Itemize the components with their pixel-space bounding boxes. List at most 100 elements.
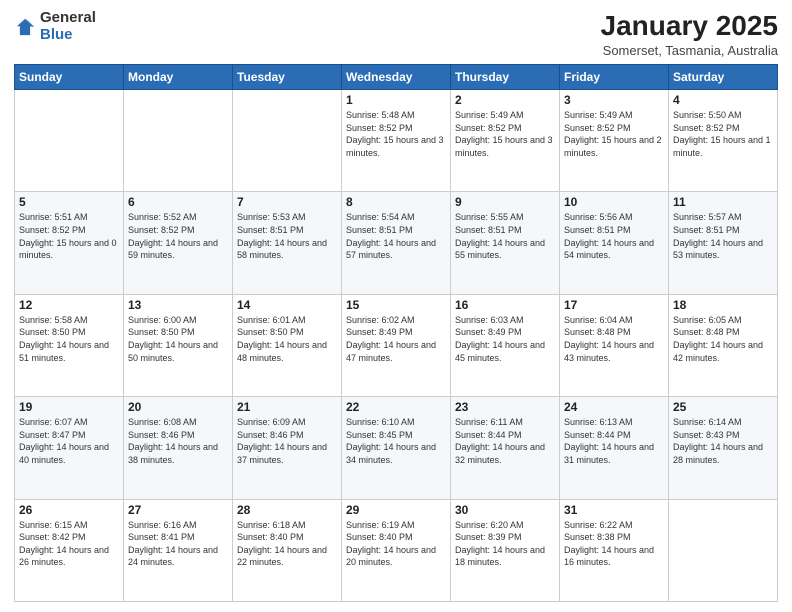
day-info: Sunrise: 5:58 AM Sunset: 8:50 PM Dayligh… xyxy=(19,314,119,364)
day-cell: 30 Sunrise: 6:20 AM Sunset: 8:39 PM Dayli… xyxy=(451,499,560,601)
day-info: Sunrise: 6:07 AM Sunset: 8:47 PM Dayligh… xyxy=(19,416,119,466)
day-info: Sunrise: 6:16 AM Sunset: 8:41 PM Dayligh… xyxy=(128,519,228,569)
day-info: Sunrise: 5:54 AM Sunset: 8:51 PM Dayligh… xyxy=(346,211,446,261)
day-number: 12 xyxy=(19,298,119,312)
day-cell: 20Sunrise: 6:08 AM Sunset: 8:46 PM Dayli… xyxy=(124,397,233,499)
day-number: 18 xyxy=(673,298,773,312)
day-info: Sunrise: 5:49 AM Sunset: 8:52 PM Dayligh… xyxy=(564,109,664,159)
day-cell: 8Sunrise: 5:54 AM Sunset: 8:51 PM Daylig… xyxy=(342,192,451,294)
day-number: 13 xyxy=(128,298,228,312)
logo-icon xyxy=(14,16,36,38)
day-info: Sunrise: 6:11 AM Sunset: 8:44 PM Dayligh… xyxy=(455,416,555,466)
col-saturday: Saturday xyxy=(669,65,778,90)
day-info: Sunrise: 5:49 AM Sunset: 8:52 PM Dayligh… xyxy=(455,109,555,159)
calendar-location: Somerset, Tasmania, Australia xyxy=(601,43,778,58)
day-info: Sunrise: 6:22 AM Sunset: 8:38 PM Dayligh… xyxy=(564,519,664,569)
day-info: Sunrise: 5:48 AM Sunset: 8:52 PM Dayligh… xyxy=(346,109,446,159)
day-number: 14 xyxy=(237,298,337,312)
day-info: Sunrise: 5:53 AM Sunset: 8:51 PM Dayligh… xyxy=(237,211,337,261)
day-number: 3 xyxy=(564,93,664,107)
day-cell: 22 Sunrise: 6:10 AM Sunset: 8:45 PM Dayli… xyxy=(342,397,451,499)
day-number: 23 xyxy=(455,400,555,414)
day-info: Sunrise: 5:56 AM Sunset: 8:51 PM Dayligh… xyxy=(564,211,664,261)
day-number: 31 xyxy=(564,503,664,517)
day-info: Sunrise: 6:14 AM Sunset: 8:43 PM Dayligh… xyxy=(673,416,773,466)
day-cell: 23 Sunrise: 6:11 AM Sunset: 8:44 PM Dayli… xyxy=(451,397,560,499)
day-number: 17 xyxy=(564,298,664,312)
day-number: 19 xyxy=(19,400,119,414)
day-info: Sunrise: 5:55 AM Sunset: 8:51 PM Dayligh… xyxy=(455,211,555,261)
day-number: 10 xyxy=(564,195,664,209)
col-sunday: Sunday xyxy=(15,65,124,90)
day-cell: 27 Sunrise: 6:16 AM Sunset: 8:41 PM Dayli… xyxy=(124,499,233,601)
day-cell: 18 Sunrise: 6:05 AM Sunset: 8:48 PM Dayli… xyxy=(669,294,778,396)
page: General Blue January 2025 Somerset, Tasm… xyxy=(0,0,792,612)
day-info: Sunrise: 5:57 AM Sunset: 8:51 PM Dayligh… xyxy=(673,211,773,261)
calendar-table: Sunday Monday Tuesday Wednesday Thursday… xyxy=(14,64,778,602)
day-number: 1 xyxy=(346,93,446,107)
day-cell: 4Sunrise: 5:50 AM Sunset: 8:52 PM Daylig… xyxy=(669,90,778,192)
day-cell: 2Sunrise: 5:49 AM Sunset: 8:52 PM Daylig… xyxy=(451,90,560,192)
day-number: 11 xyxy=(673,195,773,209)
day-info: Sunrise: 6:00 AM Sunset: 8:50 PM Dayligh… xyxy=(128,314,228,364)
day-number: 7 xyxy=(237,195,337,209)
day-cell xyxy=(669,499,778,601)
day-info: Sunrise: 6:02 AM Sunset: 8:49 PM Dayligh… xyxy=(346,314,446,364)
logo-text: General Blue xyxy=(40,10,96,43)
day-cell: 7 Sunrise: 5:53 AM Sunset: 8:51 PM Daylig… xyxy=(233,192,342,294)
day-cell: 19 Sunrise: 6:07 AM Sunset: 8:47 PM Dayli… xyxy=(15,397,124,499)
day-info: Sunrise: 6:19 AM Sunset: 8:40 PM Dayligh… xyxy=(346,519,446,569)
day-cell: 9 Sunrise: 5:55 AM Sunset: 8:51 PM Daylig… xyxy=(451,192,560,294)
day-number: 21 xyxy=(237,400,337,414)
week-row-5: 26Sunrise: 6:15 AM Sunset: 8:42 PM Dayli… xyxy=(15,499,778,601)
day-cell: 25 Sunrise: 6:14 AM Sunset: 8:43 PM Dayli… xyxy=(669,397,778,499)
day-cell: 11 Sunrise: 5:57 AM Sunset: 8:51 PM Dayli… xyxy=(669,192,778,294)
day-number: 26 xyxy=(19,503,119,517)
day-number: 20 xyxy=(128,400,228,414)
day-number: 9 xyxy=(455,195,555,209)
week-row-1: 1 Sunrise: 5:48 AM Sunset: 8:52 PM Daylig… xyxy=(15,90,778,192)
day-number: 15 xyxy=(346,298,446,312)
day-number: 30 xyxy=(455,503,555,517)
day-cell: 5 Sunrise: 5:51 AM Sunset: 8:52 PM Daylig… xyxy=(15,192,124,294)
col-thursday: Thursday xyxy=(451,65,560,90)
day-number: 29 xyxy=(346,503,446,517)
col-friday: Friday xyxy=(560,65,669,90)
title-block: January 2025 Somerset, Tasmania, Austral… xyxy=(601,10,778,58)
day-number: 16 xyxy=(455,298,555,312)
day-header-row: Sunday Monday Tuesday Wednesday Thursday… xyxy=(15,65,778,90)
day-info: Sunrise: 6:18 AM Sunset: 8:40 PM Dayligh… xyxy=(237,519,337,569)
day-info: Sunrise: 6:10 AM Sunset: 8:45 PM Dayligh… xyxy=(346,416,446,466)
day-info: Sunrise: 6:01 AM Sunset: 8:50 PM Dayligh… xyxy=(237,314,337,364)
day-info: Sunrise: 6:20 AM Sunset: 8:39 PM Dayligh… xyxy=(455,519,555,569)
day-number: 25 xyxy=(673,400,773,414)
day-info: Sunrise: 5:52 AM Sunset: 8:52 PM Dayligh… xyxy=(128,211,228,261)
day-cell: 12 Sunrise: 5:58 AM Sunset: 8:50 PM Dayli… xyxy=(15,294,124,396)
day-info: Sunrise: 6:09 AM Sunset: 8:46 PM Dayligh… xyxy=(237,416,337,466)
day-info: Sunrise: 5:51 AM Sunset: 8:52 PM Dayligh… xyxy=(19,211,119,261)
day-number: 24 xyxy=(564,400,664,414)
header: General Blue January 2025 Somerset, Tasm… xyxy=(14,10,778,58)
day-cell: 31 Sunrise: 6:22 AM Sunset: 8:38 PM Dayli… xyxy=(560,499,669,601)
day-number: 22 xyxy=(346,400,446,414)
day-info: Sunrise: 6:05 AM Sunset: 8:48 PM Dayligh… xyxy=(673,314,773,364)
day-cell: 14 Sunrise: 6:01 AM Sunset: 8:50 PM Dayli… xyxy=(233,294,342,396)
calendar-title: January 2025 xyxy=(601,10,778,42)
day-info: Sunrise: 6:13 AM Sunset: 8:44 PM Dayligh… xyxy=(564,416,664,466)
day-number: 5 xyxy=(19,195,119,209)
day-cell: 28 Sunrise: 6:18 AM Sunset: 8:40 PM Dayli… xyxy=(233,499,342,601)
day-number: 27 xyxy=(128,503,228,517)
day-cell xyxy=(124,90,233,192)
day-cell: 29 Sunrise: 6:19 AM Sunset: 8:40 PM Dayli… xyxy=(342,499,451,601)
week-row-3: 12 Sunrise: 5:58 AM Sunset: 8:50 PM Dayli… xyxy=(15,294,778,396)
col-wednesday: Wednesday xyxy=(342,65,451,90)
logo-general-text: General xyxy=(40,10,96,27)
col-monday: Monday xyxy=(124,65,233,90)
day-cell: 21 Sunrise: 6:09 AM Sunset: 8:46 PM Dayli… xyxy=(233,397,342,499)
day-number: 28 xyxy=(237,503,337,517)
day-info: Sunrise: 5:50 AM Sunset: 8:52 PM Dayligh… xyxy=(673,109,773,159)
day-cell: 3 Sunrise: 5:49 AM Sunset: 8:52 PM Daylig… xyxy=(560,90,669,192)
day-cell: 6Sunrise: 5:52 AM Sunset: 8:52 PM Daylig… xyxy=(124,192,233,294)
logo: General Blue xyxy=(14,10,96,43)
day-cell: 15 Sunrise: 6:02 AM Sunset: 8:49 PM Dayli… xyxy=(342,294,451,396)
